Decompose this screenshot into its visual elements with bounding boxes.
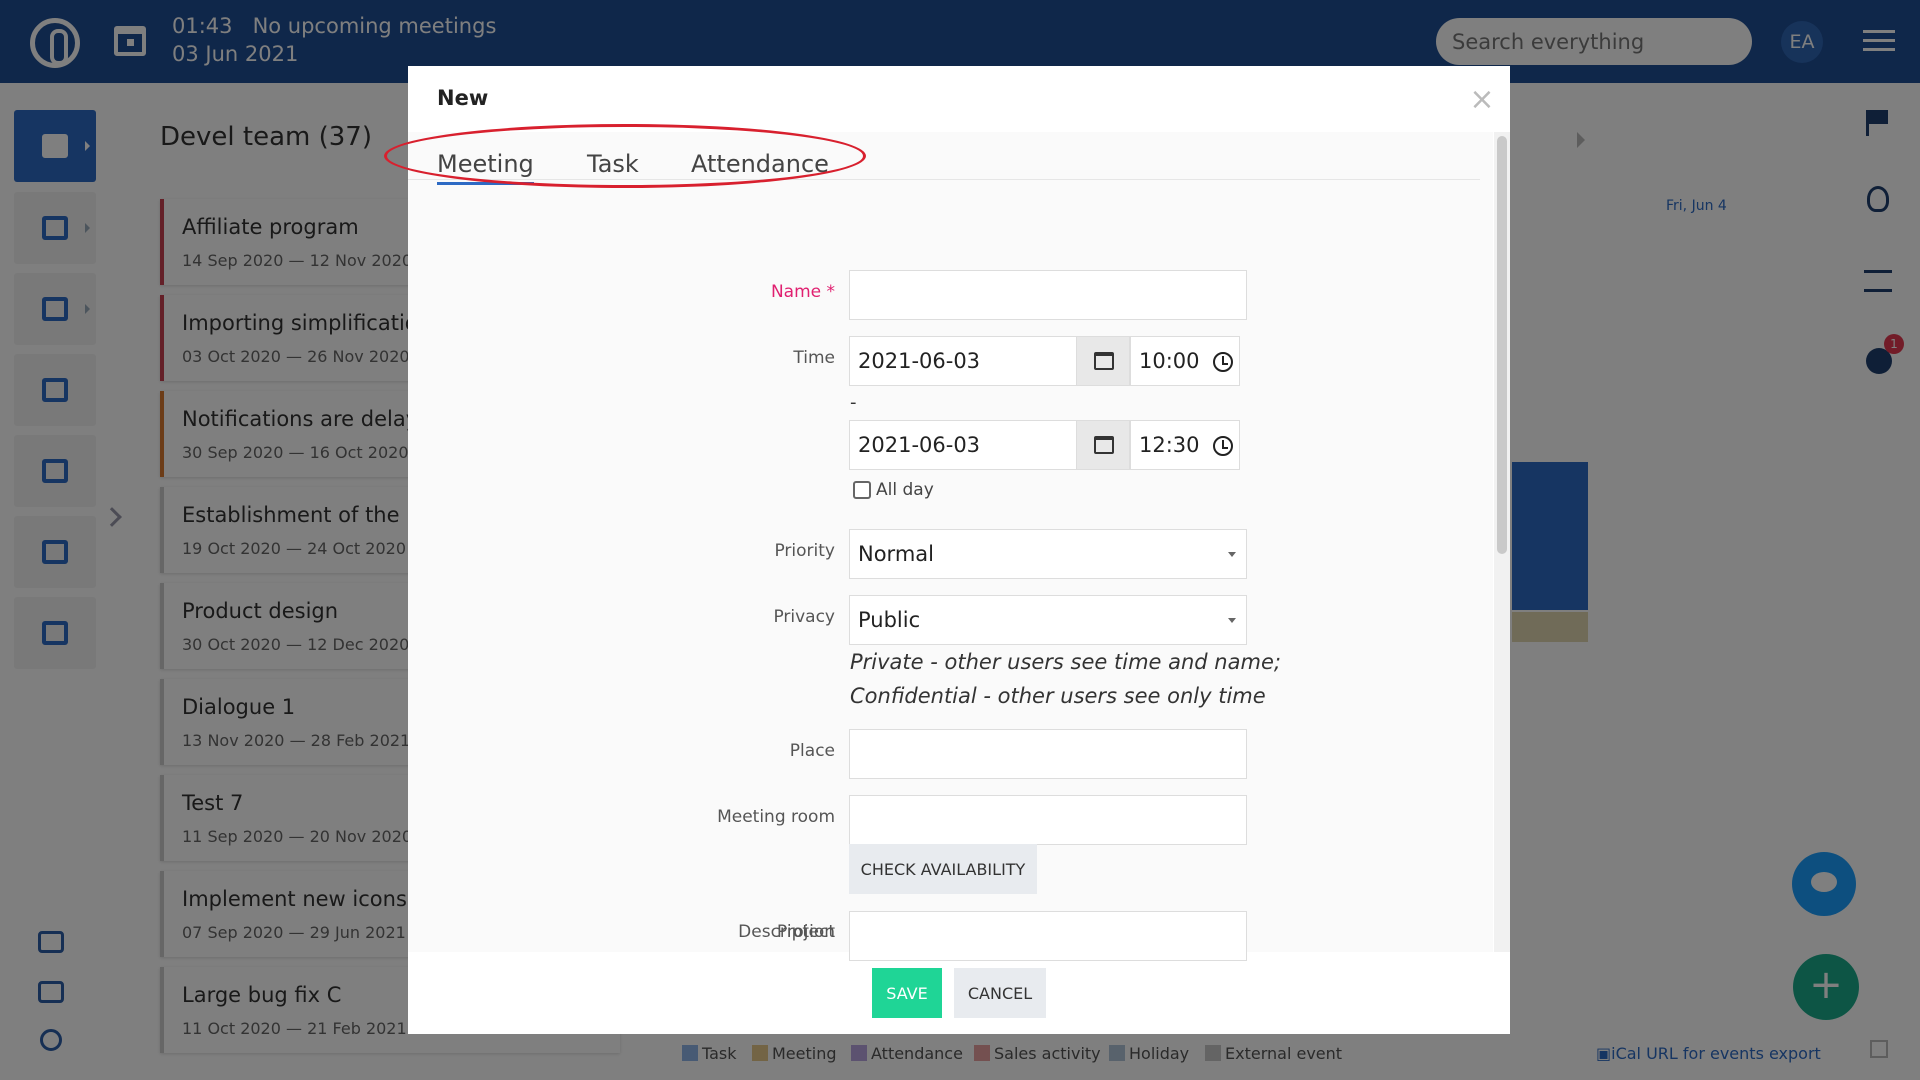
all-day-label: All day (876, 480, 934, 500)
end-time-value: 12:30 (1139, 433, 1200, 457)
start-time-input[interactable]: 10:00 (1130, 336, 1240, 386)
chevron-down-icon (1228, 618, 1236, 623)
chevron-down-icon (1228, 552, 1236, 557)
start-time-value: 10:00 (1139, 349, 1200, 373)
end-time-input[interactable]: 12:30 (1130, 420, 1240, 470)
save-button[interactable]: SAVE (872, 968, 942, 1018)
calendar-icon (1094, 436, 1114, 454)
time-range-separator: - (850, 392, 857, 413)
privacy-hint: Private - other users see time and name; (850, 650, 1281, 674)
meeting-room-input[interactable] (849, 795, 1247, 845)
place-input[interactable] (849, 729, 1247, 779)
time-label: Time (793, 348, 835, 368)
privacy-label: Privacy (773, 607, 835, 627)
privacy-value: Public (858, 608, 921, 632)
name-label: Name * (770, 282, 835, 302)
close-icon[interactable]: × (1468, 85, 1496, 115)
privacy-hint: Confidential - other users see only time (850, 684, 1266, 708)
priority-label: Priority (774, 541, 835, 561)
calendar-icon (1094, 352, 1114, 370)
name-input[interactable] (849, 270, 1247, 320)
modal-scrollbar[interactable] (1494, 132, 1510, 952)
meeting-room-label: Meeting room (717, 807, 835, 827)
place-label: Place (789, 741, 835, 761)
priority-value: Normal (858, 542, 934, 566)
check-availability-button[interactable]: CHECK AVAILABILITY (849, 844, 1037, 894)
cancel-button[interactable]: CANCEL (954, 968, 1046, 1018)
end-date-input[interactable]: 2021-06-03 (849, 420, 1077, 470)
modal-title: New (437, 86, 489, 110)
end-date-picker-button[interactable] (1076, 420, 1130, 470)
tabs-highlight-annotation (384, 124, 866, 188)
all-day-checkbox[interactable] (853, 481, 871, 499)
start-date-input[interactable]: 2021-06-03 (849, 336, 1077, 386)
priority-select[interactable]: Normal (849, 529, 1247, 579)
clock-icon (1213, 352, 1233, 372)
new-event-modal: New × Meeting Task Attendance Name * Tim… (408, 66, 1510, 1034)
start-date-picker-button[interactable] (1076, 336, 1130, 386)
clock-icon (1213, 436, 1233, 456)
modal-body: Meeting Task Attendance Name * Time 2021… (408, 132, 1493, 961)
description-label: Description (738, 922, 835, 942)
scrollbar-thumb[interactable] (1497, 136, 1507, 554)
description-input[interactable] (849, 911, 1247, 952)
privacy-select[interactable]: Public (849, 595, 1247, 645)
